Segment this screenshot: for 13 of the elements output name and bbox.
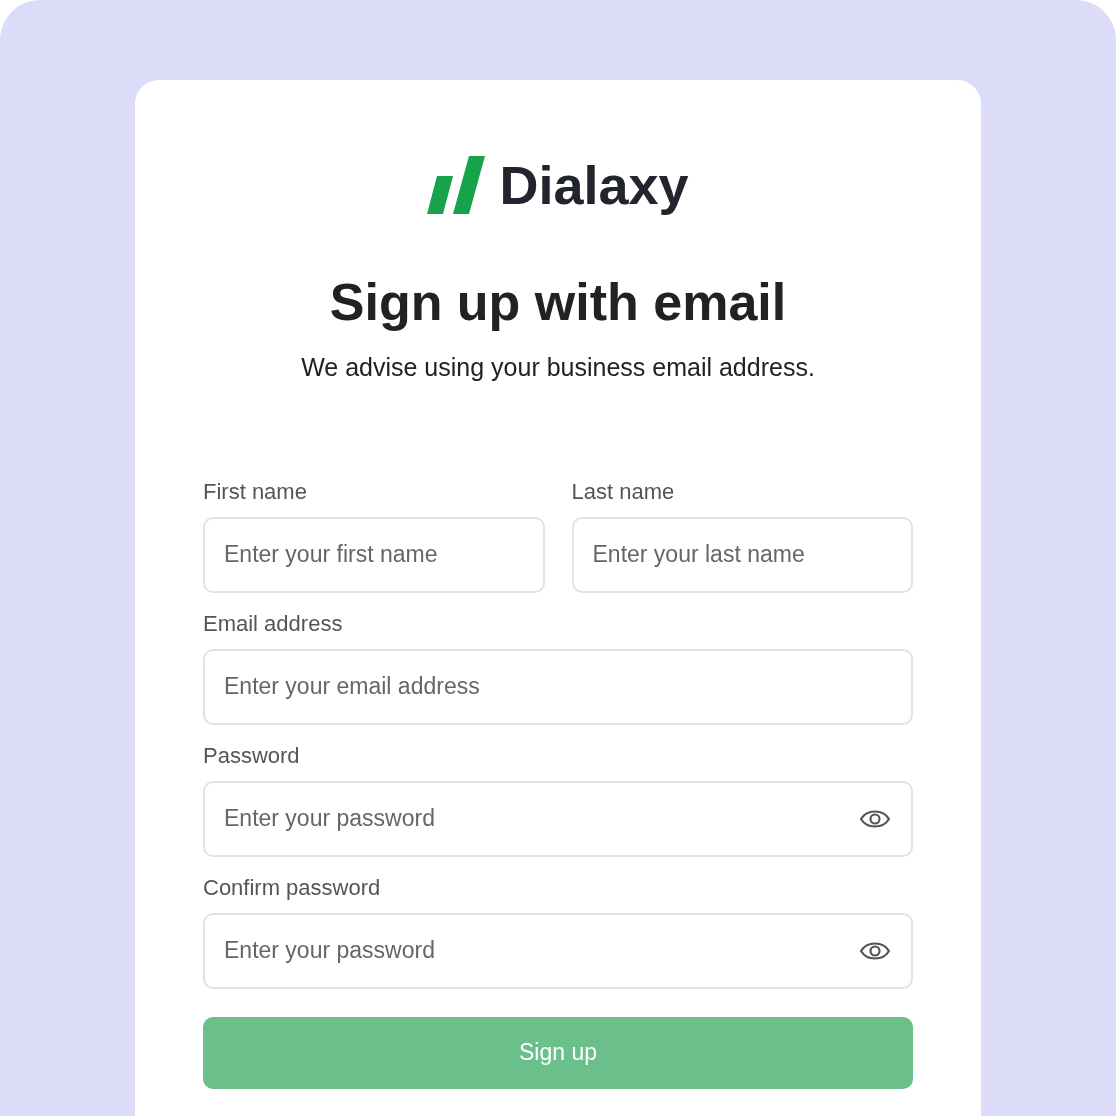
input-field[interactable]: Enter your last name: [571, 516, 913, 593]
field-label: Last name: [571, 478, 676, 505]
input-field[interactable]: Enter your email address: [203, 648, 913, 725]
field-label: Email address: [203, 610, 344, 637]
field-label: First name: [203, 478, 308, 505]
page-heading: Sign up with email: [328, 272, 788, 333]
password-field[interactable]: Enter your password: [203, 912, 913, 989]
field-label: Confirm password: [203, 874, 382, 901]
input-field[interactable]: Enter your first name: [203, 516, 545, 593]
password-field[interactable]: Enter your password: [203, 780, 913, 857]
logo-icon: [427, 156, 486, 214]
field-label: Password: [203, 742, 301, 769]
subtitle: We advise using your business email address.: [300, 352, 816, 383]
